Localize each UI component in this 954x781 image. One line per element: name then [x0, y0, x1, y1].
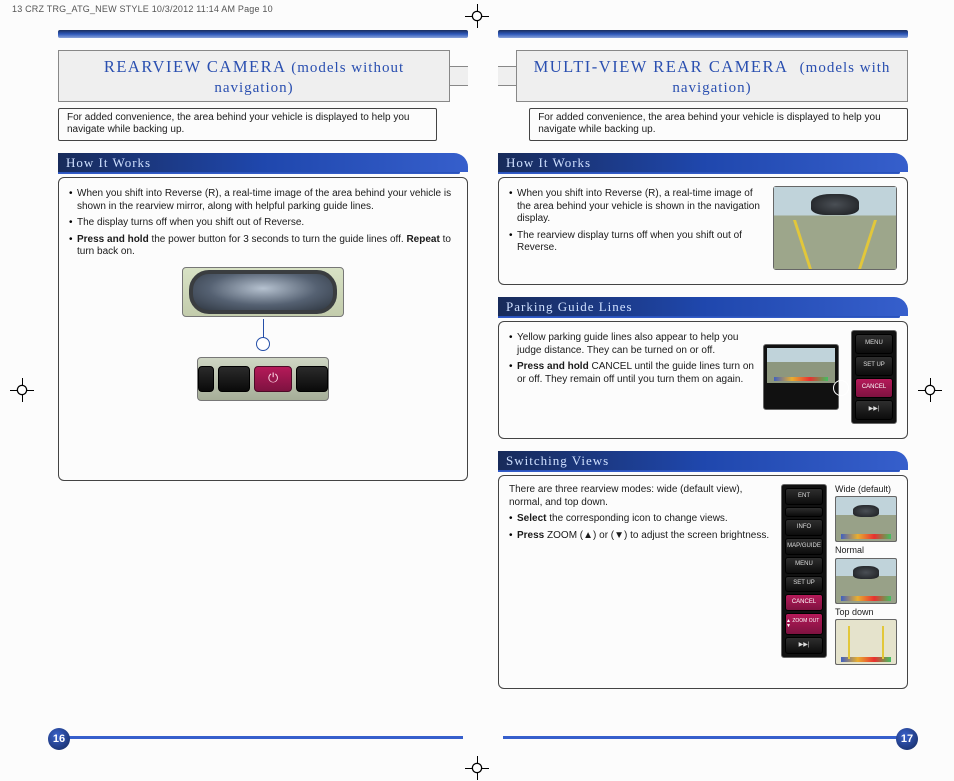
top-accent-bar [498, 30, 908, 38]
view-label-wide: Wide (default) [835, 484, 897, 495]
section-how-it-works: How It Works When you shift into Reverse… [58, 153, 468, 481]
view-mode-column: Wide (default) Normal Top down [835, 484, 897, 665]
nav-button-play-illustration: ▶▶| [785, 637, 823, 654]
bullet: The rearview display turns off when you … [509, 230, 765, 255]
nav-button-setup-illustration: SET UP [785, 576, 823, 593]
footer-accent-line [503, 736, 898, 739]
power-button-panel-illustration: ⏻ [197, 357, 329, 401]
page-number: 16 [48, 728, 70, 750]
nav-button-cancel-illustration: CANCEL [785, 594, 823, 611]
pdf-header-line: 13 CRZ TRG_ATG_NEW STYLE 10/3/2012 11:14… [12, 4, 273, 14]
top-accent-bar [58, 30, 468, 38]
cancel-button-callout-illustration: MENU SET UP CANCEL ▶▶| [763, 330, 897, 424]
bullet: Press ZOOM (▲) or (▼) to adjust the scre… [509, 530, 773, 543]
bullet: Select the corresponding icon to change … [509, 513, 773, 526]
nav-button-setup-illustration: SET UP [855, 356, 893, 376]
section-heading: Switching Views [498, 451, 908, 470]
registration-mark-icon [465, 4, 489, 28]
bullet: The display turns off when you shift out… [69, 217, 457, 230]
view-thumb-wide [835, 496, 897, 542]
view-thumb-topdown [835, 619, 897, 665]
section-parking-guide-lines: Parking Guide Lines Yellow parking guide… [498, 297, 908, 439]
registration-mark-icon [10, 378, 34, 402]
intro-callout: For added convenience, the area behind y… [58, 108, 437, 141]
view-label-normal: Normal [835, 545, 897, 556]
registration-mark-icon [918, 378, 942, 402]
registration-mark-icon [465, 756, 489, 780]
page-title-box: REARVIEW CAMERA (models without navigati… [58, 50, 468, 102]
title-stub [449, 66, 468, 86]
bullet: When you shift into Reverse (R), a real-… [509, 188, 765, 226]
section-how-it-works: How It Works When you shift into Reverse… [498, 153, 908, 285]
section-heading: How It Works [58, 153, 468, 172]
title-stub [498, 66, 517, 86]
page-title-box: MULTI-VIEW REAR CAMERA (models with navi… [498, 50, 908, 102]
page-16: REARVIEW CAMERA (models without navigati… [58, 30, 468, 750]
nav-button-ent-illustration: ENT [785, 488, 823, 505]
page-title-main: REARVIEW CAMERA [104, 57, 286, 76]
nav-button-menu-illustration: MENU [785, 557, 823, 574]
nav-button-panel-illustration: ENT INFO MAP/GUIDE MENU SET UP CANCEL ▲ … [781, 484, 827, 658]
navigation-display-illustration [773, 186, 897, 270]
section-heading: How It Works [498, 153, 908, 172]
page-17: MULTI-VIEW REAR CAMERA (models with navi… [498, 30, 908, 750]
bullet: When you shift into Reverse (R), a real-… [69, 188, 457, 213]
nav-button-map-illustration: MAP/GUIDE [785, 538, 823, 555]
nav-button-menu-illustration: MENU [855, 334, 893, 354]
paragraph: There are three rearview modes: wide (de… [509, 484, 773, 509]
section-switching-views: Switching Views There are three rearview… [498, 451, 908, 689]
nav-button-info-illustration: INFO [785, 519, 823, 536]
section-heading: Parking Guide Lines [498, 297, 908, 316]
nav-button-play-illustration: ▶▶| [855, 400, 893, 420]
view-thumb-normal [835, 558, 897, 604]
rearview-mirror-illustration: ⏻ [69, 267, 457, 401]
footer-accent-line [68, 736, 463, 739]
bullet: Press and hold CANCEL until the guide li… [509, 361, 755, 386]
view-label-topdown: Top down [835, 607, 897, 618]
bullet: Press and hold the power button for 3 se… [69, 234, 457, 259]
nav-button-cancel-illustration: CANCEL [855, 378, 893, 398]
page-title-main: MULTI-VIEW REAR CAMERA [534, 57, 789, 76]
intro-callout: For added convenience, the area behind y… [529, 108, 908, 141]
bullet: Yellow parking guide lines also appear t… [509, 332, 755, 357]
page-number: 17 [896, 728, 918, 750]
nav-joystick-illustration [785, 507, 823, 517]
power-icon: ⏻ [254, 366, 291, 392]
nav-button-zoom-illustration: ▲ ZOOM OUT ▼ [785, 613, 823, 635]
